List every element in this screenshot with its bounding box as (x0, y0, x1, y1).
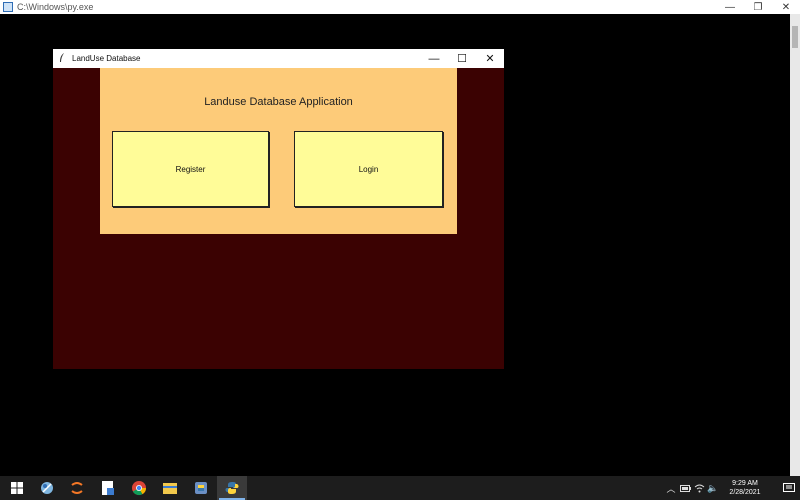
console-titlebar[interactable]: C:\Windows\py.exe — ❐ ✕ (0, 0, 800, 14)
volume-icon[interactable]: 🔈 (706, 476, 720, 500)
app-minimize-button[interactable]: — (420, 49, 448, 68)
battery-icon[interactable] (678, 476, 692, 500)
app-close-button[interactable]: ✕ (476, 49, 504, 68)
login-button[interactable]: Login (294, 131, 443, 207)
console-title: C:\Windows\py.exe (17, 2, 94, 12)
console-close-button[interactable]: ✕ (772, 0, 800, 14)
system-tray: ︿ 🔈 9:29 AM 2/28/2021 (664, 476, 800, 500)
console-window-controls: — ❐ ✕ (716, 0, 800, 14)
register-button[interactable]: Register (112, 131, 269, 207)
tray-chevron-icon[interactable]: ︿ (664, 476, 678, 500)
clock-date: 2/28/2021 (729, 489, 761, 496)
snipping-tool-icon[interactable] (32, 476, 62, 500)
app-maximize-button[interactable]: ☐ (448, 49, 476, 68)
console-restore-button[interactable]: ❐ (744, 0, 772, 14)
app-window-controls: — ☐ ✕ (420, 49, 504, 68)
jupyter-icon[interactable] (62, 476, 92, 500)
console-scrollbar-thumb[interactable] (792, 26, 798, 48)
notifications-icon[interactable] (778, 476, 800, 500)
taskbar: ︿ 🔈 9:29 AM 2/28/2021 (0, 476, 800, 500)
console-minimize-button[interactable]: — (716, 0, 744, 14)
app-titlebar[interactable]: LandUse Database — ☐ ✕ (53, 49, 504, 68)
wifi-icon[interactable] (692, 476, 706, 500)
tk-feather-icon (60, 53, 64, 62)
python-icon[interactable] (217, 476, 247, 500)
page-title: Landuse Database Application (204, 96, 353, 108)
python-idle-icon[interactable] (186, 476, 216, 500)
file-explorer-icon[interactable] (155, 476, 185, 500)
chrome-icon[interactable] (124, 476, 154, 500)
app-title: LandUse Database (72, 54, 141, 63)
app-window: LandUse Database — ☐ ✕ Landuse Database … (53, 49, 504, 369)
main-panel: Landuse Database Application Register Lo… (100, 68, 457, 234)
clock-time: 9:29 AM (732, 480, 758, 487)
file-explorer-pdf-icon[interactable] (93, 476, 123, 500)
windows-start-icon[interactable] (2, 476, 32, 500)
console-app-icon (3, 2, 13, 12)
console-scrollbar[interactable] (790, 14, 800, 476)
clock[interactable]: 9:29 AM 2/28/2021 (720, 479, 770, 497)
